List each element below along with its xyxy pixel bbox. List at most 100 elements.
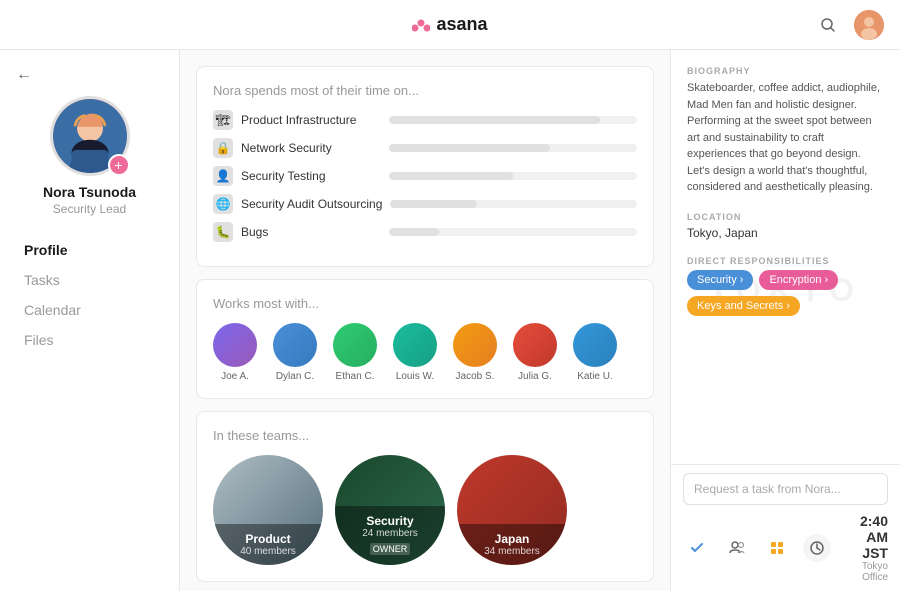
sidebar-item-calendar[interactable]: Calendar (16, 296, 163, 324)
team-overlay: Japan 34 members (457, 524, 567, 565)
time-bar-item: 👤 Security Testing (213, 166, 637, 186)
time-bar-track (389, 228, 637, 236)
collaborator-avatar (393, 323, 437, 367)
responsibilities-label: DIRECT RESPONSIBILITIES (687, 256, 884, 266)
team-members: 24 members (343, 528, 437, 539)
time-bar-fill (389, 228, 439, 236)
collaborators-grid: Joe A. Dylan C. Ethan C. Louis W. Jacob … (213, 323, 637, 382)
team-badge: OWNER (370, 543, 411, 555)
time-bar-fill (389, 116, 600, 124)
collaborator-item[interactable]: Dylan C. (273, 323, 317, 382)
bottom-icons-left (683, 534, 831, 562)
time-bar-item: 🐛 Bugs (213, 222, 637, 242)
team-overlay: Product 40 members (213, 524, 323, 565)
add-avatar-button[interactable]: + (108, 154, 130, 176)
right-panel: TOKYO BIOGRAPHY Skateboarder, coffee add… (670, 50, 900, 591)
bottom-panel: Request a task from Nora... (671, 464, 900, 591)
sidebar-nav: Profile Tasks Calendar Files (16, 236, 163, 356)
sidebar-item-tasks[interactable]: Tasks (16, 266, 163, 294)
collaborator-avatar (333, 323, 377, 367)
team-item[interactable]: Security 24 members OWNER (335, 455, 445, 565)
collaborator-item[interactable]: Ethan C. (333, 323, 377, 382)
time-text: 2:40 AM JST (839, 513, 888, 561)
clock-action-button[interactable] (803, 534, 831, 562)
location-label: LOCATION (687, 212, 884, 222)
time-bar-track (389, 172, 637, 180)
biography-text: Skateboarder, coffee addict, audiophile,… (687, 80, 884, 196)
responsibilities-section: DIRECT RESPONSIBILITIES Security › Encryp… (687, 256, 884, 316)
logo-text: asana (436, 14, 487, 35)
check-action-button[interactable] (683, 534, 711, 562)
collaborator-item[interactable]: Katie U. (573, 323, 617, 382)
time-bar-item: 🌐 Security Audit Outsourcing (213, 194, 637, 214)
team-item[interactable]: Product 40 members (213, 455, 323, 565)
integration-action-button[interactable] (763, 534, 791, 562)
collaborator-name: Jacob S. (456, 371, 495, 382)
task-request-input[interactable]: Request a task from Nora... (683, 473, 888, 505)
user-avatar-header[interactable] (854, 10, 884, 40)
user-avatar-container: + (50, 96, 130, 176)
time-bar-label: Security Testing (241, 169, 381, 183)
header-right (814, 10, 884, 40)
time-bar-label: Product Infrastructure (241, 113, 381, 127)
time-bar-item: 🔒 Network Security (213, 138, 637, 158)
logo: asana (412, 14, 487, 35)
teams-grid: Product 40 members Security 24 members O… (213, 455, 637, 565)
collaborator-avatar (213, 323, 257, 367)
logo-dots (412, 18, 430, 32)
collaborator-name: Ethan C. (336, 371, 375, 382)
sidebar-item-files[interactable]: Files (16, 326, 163, 354)
back-button[interactable]: ← (16, 66, 32, 84)
team-members: 34 members (465, 546, 559, 557)
collaborator-name: Katie U. (577, 371, 613, 382)
time-bars-list: 🏗 Product Infrastructure 🔒 Network Secur… (213, 110, 637, 242)
time-bar-track (390, 200, 637, 208)
time-display: 2:40 AM JST Tokyo Office (839, 513, 888, 583)
collaborator-name: Dylan C. (276, 371, 314, 382)
time-bar-icon: 🏗 (213, 110, 233, 130)
collaborator-avatar (513, 323, 557, 367)
team-name: Japan (465, 532, 559, 546)
collaborator-avatar (273, 323, 317, 367)
collaborator-avatar (573, 323, 617, 367)
teams-section: In these teams... Product 40 members Sec… (196, 411, 654, 582)
location-text: Tokyo, Japan (687, 226, 884, 240)
collaborator-item[interactable]: Joe A. (213, 323, 257, 382)
bottom-actions-row: 2:40 AM JST Tokyo Office (683, 513, 888, 583)
collaborator-avatar (453, 323, 497, 367)
responsibility-tag[interactable]: Encryption › (759, 270, 838, 290)
responsibility-tag[interactable]: Security › (687, 270, 753, 290)
search-button[interactable] (814, 11, 842, 39)
time-bar-fill (389, 144, 550, 152)
works-with-section: Works most with... Joe A. Dylan C. Ethan… (196, 279, 654, 399)
collaborator-name: Louis W. (396, 371, 434, 382)
time-bar-label: Network Security (241, 141, 381, 155)
people-action-button[interactable] (723, 534, 751, 562)
collaborator-name: Joe A. (221, 371, 249, 382)
time-bar-icon: 🐛 (213, 222, 233, 242)
app-header: asana (0, 0, 900, 50)
collaborator-item[interactable]: Julia G. (513, 323, 557, 382)
team-name: Product (221, 532, 315, 546)
time-section: Nora spends most of their time on... 🏗 P… (196, 66, 654, 267)
responsibilities-tags: Security › Encryption › Keys and Secrets › (687, 270, 884, 316)
team-item[interactable]: Japan 34 members (457, 455, 567, 565)
teams-section-title: In these teams... (213, 428, 637, 443)
biography-label: BIOGRAPHY (687, 66, 884, 76)
team-name: Security (343, 514, 437, 528)
time-bar-icon: 👤 (213, 166, 233, 186)
collaborator-name: Julia G. (518, 371, 552, 382)
works-section-title: Works most with... (213, 296, 637, 311)
team-overlay: Security 24 members OWNER (335, 506, 445, 565)
time-bar-item: 🏗 Product Infrastructure (213, 110, 637, 130)
time-bar-label: Bugs (241, 225, 381, 239)
collaborator-item[interactable]: Jacob S. (453, 323, 497, 382)
time-bar-track (389, 116, 637, 124)
office-text: Tokyo Office (839, 561, 888, 583)
user-name: Nora Tsunoda (43, 184, 136, 200)
time-bar-icon: 🔒 (213, 138, 233, 158)
time-bar-fill (389, 172, 513, 180)
collaborator-item[interactable]: Louis W. (393, 323, 437, 382)
sidebar-item-profile[interactable]: Profile (16, 236, 163, 264)
responsibility-tag[interactable]: Keys and Secrets › (687, 296, 800, 316)
